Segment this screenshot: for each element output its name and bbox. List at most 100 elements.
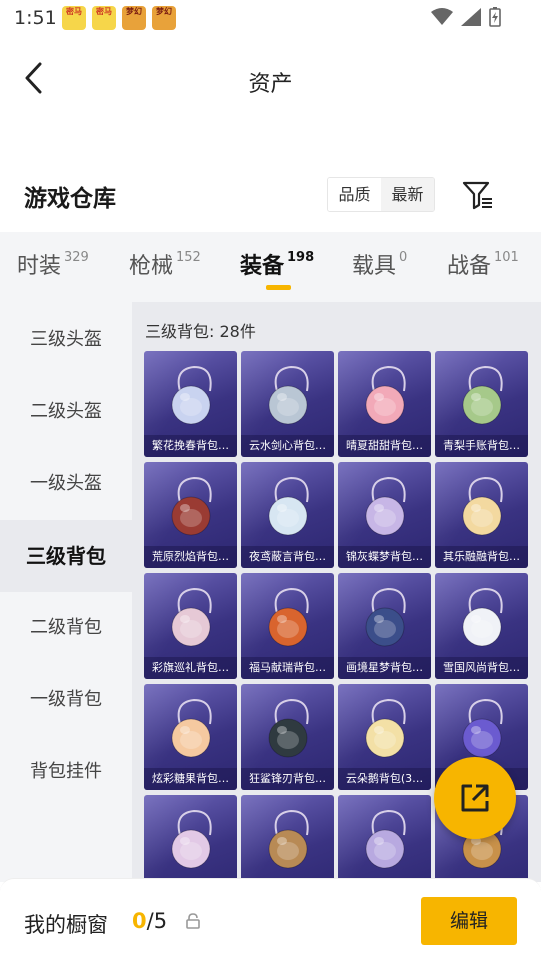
battery-icon [489, 7, 501, 27]
backpack-item-card[interactable]: 福马献瑞背包… [241, 573, 334, 679]
tab-count: 329 [64, 250, 89, 265]
tab-count: 101 [494, 250, 519, 265]
item-label: 画境星梦背包… [338, 657, 431, 679]
backpack-item-card[interactable]: 其乐融融背包… [435, 462, 528, 568]
tab-vehicles[interactable]: 载具 0 [352, 248, 407, 280]
sidebar-item-level2-backpack[interactable]: 二级背包 [0, 592, 132, 664]
edit-button[interactable]: 编辑 [421, 897, 517, 945]
backpack-item-card[interactable] [144, 795, 237, 882]
backpack-item-card[interactable]: 荒原烈焰背包… [144, 462, 237, 568]
backpack-icon [365, 587, 406, 647]
sidebar: 三级头盔 二级头盔 一级头盔 三级背包 二级背包 一级背包 背包挂件 [0, 302, 132, 882]
backpack-icon [268, 587, 309, 647]
backpack-icon [462, 476, 503, 536]
backpack-icon [462, 587, 503, 647]
tab-label: 枪械 [129, 254, 174, 279]
app-notification-icon: 梦幻 [122, 6, 146, 30]
app-notification-icon: 密马 [62, 6, 86, 30]
item-label: 锦灰蝶梦背包… [338, 546, 431, 568]
backpack-icon [171, 809, 212, 869]
item-label: 荒原烈焰背包… [144, 546, 237, 568]
status-time: 1:51 [14, 7, 57, 29]
notification-icons: 密马 密马 梦幻 梦幻 [62, 6, 176, 30]
item-label: 青梨手账背包… [435, 435, 528, 457]
backpack-item-card[interactable]: 画境星梦背包… [338, 573, 431, 679]
active-tab-indicator [266, 285, 291, 290]
showcase-label: 我的橱窗 [24, 913, 108, 937]
tab-label: 载具 [352, 254, 397, 279]
backpack-item-card[interactable]: 彩旗巡礼背包… [144, 573, 237, 679]
item-label: 彩旗巡礼背包… [144, 657, 237, 679]
backpack-icon [268, 698, 309, 758]
app-notification-icon: 梦幻 [152, 6, 176, 30]
tab-count: 0 [399, 250, 408, 265]
backpack-icon [171, 587, 212, 647]
tab-combat-gear[interactable]: 战备 101 [447, 248, 519, 280]
backpack-icon [365, 698, 406, 758]
sidebar-item-level1-backpack[interactable]: 一级背包 [0, 664, 132, 736]
backpack-icon [365, 365, 406, 425]
sidebar-item-level3-helmet[interactable]: 三级头盔 [0, 304, 132, 376]
backpack-icon [462, 698, 503, 758]
backpack-item-card[interactable] [338, 795, 431, 882]
tab-firearms[interactable]: 枪械 152 [129, 248, 201, 280]
filter-icon [462, 181, 492, 210]
tab-fashion[interactable]: 时装 329 [17, 248, 89, 280]
filter-button[interactable] [460, 177, 496, 213]
backpack-icon [365, 809, 406, 869]
section-title: 游戏仓库 [24, 186, 116, 212]
backpack-icon [268, 365, 309, 425]
item-label: 炫彩糖果背包… [144, 768, 237, 790]
backpack-icon [462, 365, 503, 425]
backpack-item-card[interactable]: 炫彩糖果背包… [144, 684, 237, 790]
backpack-item-card[interactable] [241, 795, 334, 882]
showcase-bar: 我的橱窗 0/5 编辑 [0, 878, 541, 962]
page-title: 资产 [248, 72, 293, 97]
sort-toggle: 品质 最新 [327, 177, 435, 212]
sidebar-item-level1-helmet[interactable]: 一级头盔 [0, 448, 132, 520]
tab-label: 战备 [447, 254, 492, 279]
tab-label: 装备 [240, 254, 285, 279]
section-header: 游戏仓库 品质 最新 [0, 165, 541, 225]
sort-newest-button[interactable]: 最新 [381, 178, 434, 211]
tab-count: 198 [287, 250, 315, 265]
sidebar-item-backpack-charm[interactable]: 背包挂件 [0, 736, 132, 808]
item-label: 狂鲨锋刃背包… [241, 768, 334, 790]
category-tabs: 时装 329 枪械 152 装备 198 载具 0 战备 101 [0, 232, 541, 302]
header: 资产 [0, 36, 541, 120]
tab-count: 152 [176, 250, 201, 265]
backpack-item-card[interactable]: 夜鸢蔽言背包… [241, 462, 334, 568]
sidebar-item-level2-helmet[interactable]: 二级头盔 [0, 376, 132, 448]
status-indicators [431, 7, 501, 27]
backpack-item-card[interactable]: 雪国风尚背包… [435, 573, 528, 679]
item-label: 其乐融融背包… [435, 546, 528, 568]
showcase-total: /5 [146, 909, 168, 933]
backpack-item-card[interactable]: 晴夏甜甜背包… [338, 351, 431, 457]
item-label: 繁花挽春背包… [144, 435, 237, 457]
backpack-icon [268, 476, 309, 536]
backpack-icon [171, 698, 212, 758]
item-label: 晴夏甜甜背包… [338, 435, 431, 457]
tab-equipment[interactable]: 装备 198 [240, 248, 314, 280]
backpack-item-card[interactable]: 锦灰蝶梦背包… [338, 462, 431, 568]
status-bar: 1:51 密马 密马 梦幻 梦幻 [0, 0, 541, 36]
signal-icon [461, 8, 481, 26]
backpack-item-card[interactable]: 云水剑心背包… [241, 351, 334, 457]
wifi-icon [431, 8, 453, 25]
lock-icon [186, 913, 200, 929]
backpack-item-card[interactable]: 狂鲨锋刃背包… [241, 684, 334, 790]
showcase-current: 0 [132, 909, 147, 933]
backpack-icon [171, 365, 212, 425]
showcase-count: 0/5 [132, 909, 167, 933]
backpack-item-card[interactable]: 繁花挽春背包… [144, 351, 237, 457]
backpack-item-card[interactable]: 青梨手账背包… [435, 351, 528, 457]
item-label: 福马献瑞背包… [241, 657, 334, 679]
share-button[interactable] [434, 757, 516, 839]
backpack-icon [365, 476, 406, 536]
backpack-item-card[interactable]: 云朵鹅背包(3… [338, 684, 431, 790]
backpack-icon [171, 476, 212, 536]
sort-quality-button[interactable]: 品质 [328, 178, 381, 211]
share-external-icon [461, 784, 489, 812]
tab-label: 时装 [17, 254, 62, 279]
sidebar-item-level3-backpack[interactable]: 三级背包 [0, 520, 132, 592]
